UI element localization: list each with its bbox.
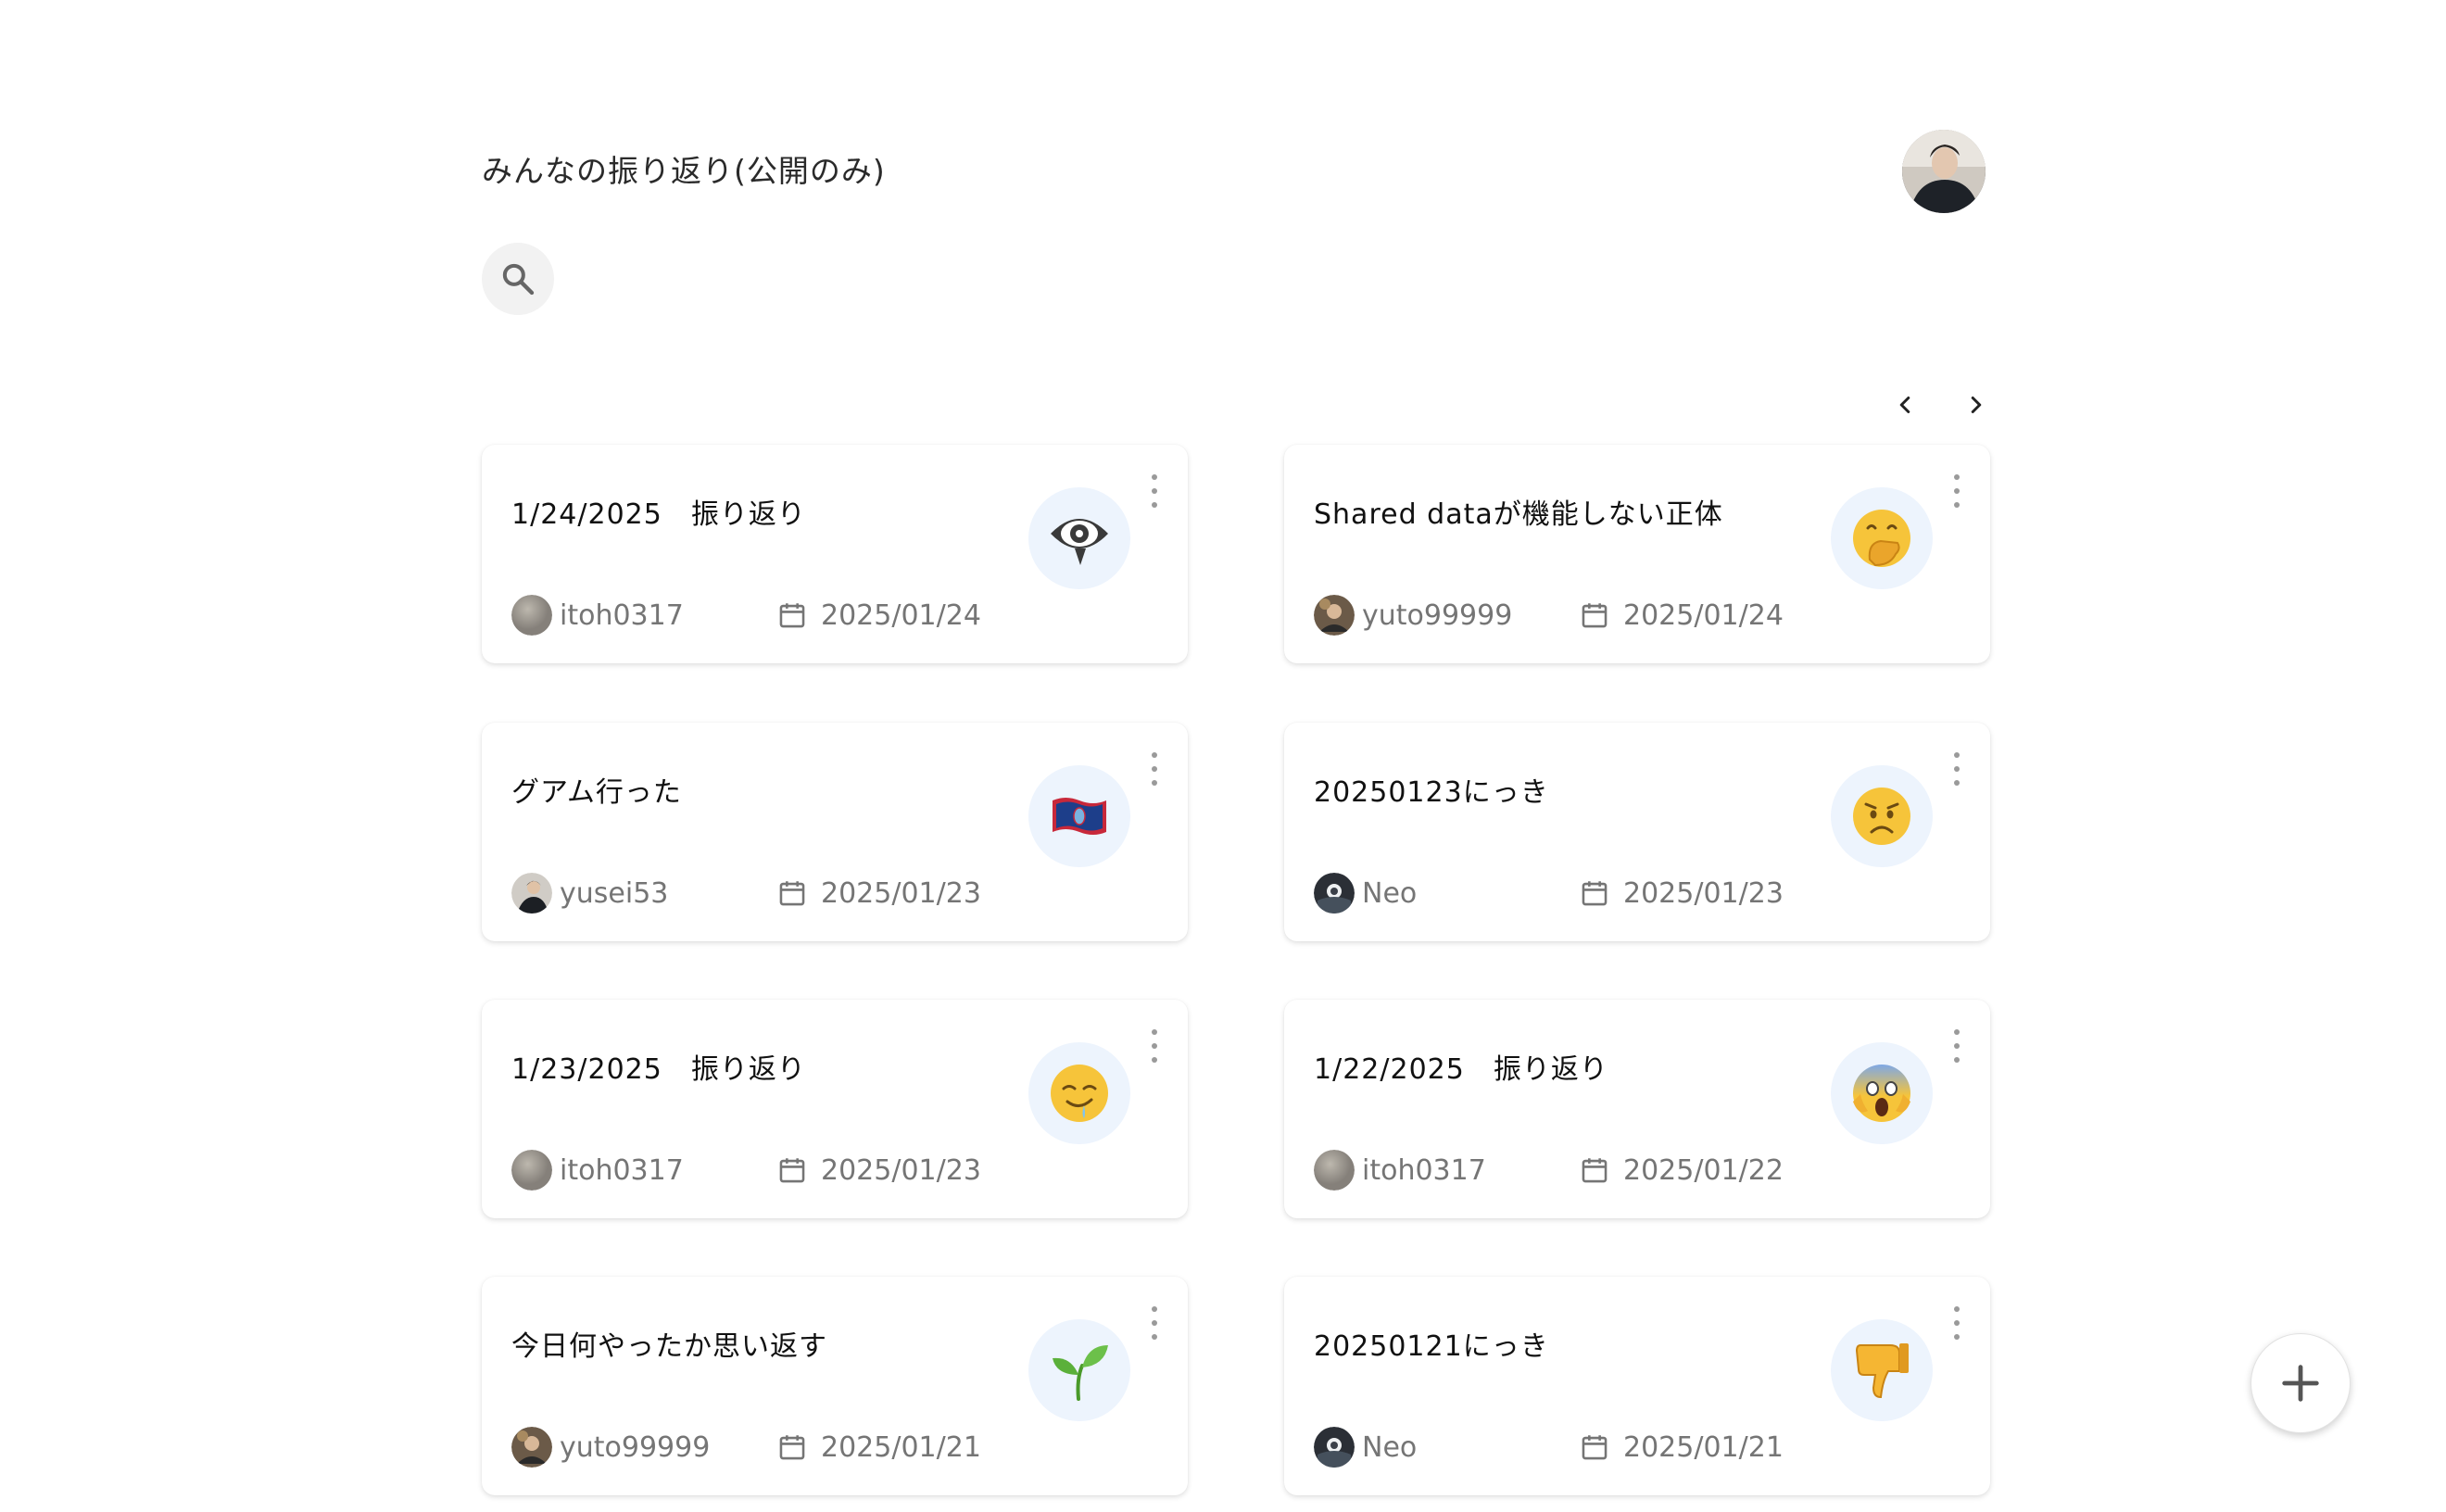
post-date: 2025/01/22 <box>1579 1150 1784 1191</box>
reflection-card[interactable]: 20250121にっき Neo 2025/01/21 <box>1284 1277 1990 1495</box>
date-text: 2025/01/21 <box>821 1430 981 1464</box>
more-options-button[interactable] <box>1946 1027 1968 1065</box>
author[interactable]: itoh0317 <box>511 595 684 636</box>
author[interactable]: itoh0317 <box>511 1150 684 1191</box>
author-name: Neo <box>1362 876 1418 910</box>
add-reflection-button[interactable] <box>2251 1333 2351 1433</box>
post-date: 2025/01/21 <box>776 1427 981 1468</box>
date-text: 2025/01/24 <box>821 598 981 632</box>
author[interactable]: itoh0317 <box>1314 1150 1486 1191</box>
reflection-card[interactable]: グアム行った yusei53 2025/01/23 <box>482 723 1188 941</box>
face-with-hand-over-mouth-icon <box>1853 510 1910 567</box>
calendar-icon <box>1582 881 1608 906</box>
calendar-icon <box>779 603 805 628</box>
author-name: itoh0317 <box>560 598 684 632</box>
date-text: 2025/01/23 <box>1623 876 1784 910</box>
emoji-badge <box>1831 1042 1933 1144</box>
calendar-icon <box>779 1158 805 1183</box>
more-options-button[interactable] <box>1143 1027 1166 1065</box>
flag-guam-icon <box>1053 798 1106 835</box>
page-title: みんなの振り返り(公開のみ) <box>482 153 886 189</box>
card-title: 1/23/2025 振り返り <box>511 1053 806 1086</box>
post-date: 2025/01/21 <box>1579 1427 1784 1468</box>
more-options-button[interactable] <box>1143 1304 1166 1342</box>
author-avatar <box>511 873 552 914</box>
date-text: 2025/01/24 <box>1623 598 1784 632</box>
post-date: 2025/01/24 <box>776 595 981 636</box>
more-options-button[interactable] <box>1946 472 1968 510</box>
calendar-icon <box>1582 1435 1608 1460</box>
author-name: Neo <box>1362 1430 1418 1464</box>
more-options-button[interactable] <box>1143 472 1166 510</box>
author-avatar <box>511 1150 552 1191</box>
reflection-card[interactable]: Shared dataが機能しない正体 yuto99999 2025/01/24 <box>1284 445 1990 663</box>
author[interactable]: yuto99999 <box>511 1427 710 1468</box>
post-date: 2025/01/24 <box>1579 595 1784 636</box>
worried-face-icon <box>1853 788 1910 845</box>
eye-in-speech-bubble-icon <box>1051 519 1108 565</box>
card-title: 1/24/2025 振り返り <box>511 498 806 531</box>
emoji-badge <box>1028 487 1130 589</box>
search-button[interactable] <box>482 243 554 315</box>
date-text: 2025/01/23 <box>821 1153 981 1187</box>
author-name: yusei53 <box>560 876 669 910</box>
emoji-badge <box>1831 1319 1933 1421</box>
calendar-icon <box>779 881 805 906</box>
emoji-badge <box>1831 487 1933 589</box>
reflection-card[interactable]: 1/23/2025 振り返り itoh0317 2025/01/23 <box>482 1000 1188 1218</box>
author-avatar <box>1314 1150 1355 1191</box>
author[interactable]: Neo <box>1314 873 1417 914</box>
reflection-card[interactable]: 1/22/2025 振り返り itoh0317 2025/01/22 <box>1284 1000 1990 1218</box>
drooling-face-icon <box>1051 1065 1108 1122</box>
date-text: 2025/01/22 <box>1623 1153 1784 1187</box>
face-screaming-in-fear-icon <box>1853 1065 1910 1122</box>
reflection-card[interactable]: 20250123にっき Neo 2025/01/23 <box>1284 723 1990 941</box>
author-name: yuto99999 <box>1362 598 1513 632</box>
calendar-icon <box>779 1435 805 1460</box>
emoji-badge <box>1028 1042 1130 1144</box>
calendar-icon <box>1582 1158 1608 1183</box>
post-date: 2025/01/23 <box>776 1150 981 1191</box>
thumbs-down-icon <box>1855 1343 1909 1399</box>
reflection-card[interactable]: 1/24/2025 振り返り itoh0317 2025/01/24 <box>482 445 1188 663</box>
user-avatar-photo <box>1902 130 1986 213</box>
card-title: グアム行った <box>511 776 682 809</box>
card-title: 20250123にっき <box>1314 776 1549 809</box>
chevron-left-icon <box>1899 397 1910 413</box>
card-title: Shared dataが機能しない正体 <box>1314 498 1723 531</box>
more-options-button[interactable] <box>1946 1304 1968 1342</box>
date-text: 2025/01/21 <box>1623 1430 1784 1464</box>
author-avatar <box>1314 873 1355 914</box>
author-name: itoh0317 <box>560 1153 684 1187</box>
emoji-badge <box>1028 765 1130 867</box>
reflection-card[interactable]: 今日何やったか思い返す yuto99999 2025/01/21 <box>482 1277 1188 1495</box>
prev-page-button[interactable] <box>1882 382 1928 428</box>
author-avatar <box>1314 595 1355 636</box>
author-name: itoh0317 <box>1362 1153 1486 1187</box>
author-avatar <box>511 595 552 636</box>
author[interactable]: yuto99999 <box>1314 595 1512 636</box>
author-avatar <box>1314 1427 1355 1468</box>
calendar-icon <box>1582 603 1608 628</box>
author-name: yuto99999 <box>560 1430 711 1464</box>
next-page-button[interactable] <box>1953 382 1999 428</box>
emoji-badge <box>1028 1319 1130 1421</box>
chevron-right-icon <box>1971 397 1982 413</box>
plus-icon <box>2282 1365 2319 1402</box>
author-avatar <box>511 1427 552 1468</box>
card-title: 1/22/2025 振り返り <box>1314 1053 1608 1086</box>
date-text: 2025/01/23 <box>821 876 981 910</box>
post-date: 2025/01/23 <box>1579 873 1784 914</box>
search-icon <box>502 263 535 296</box>
emoji-badge <box>1831 765 1933 867</box>
seedling-icon <box>1053 1345 1108 1401</box>
card-title: 今日何やったか思い返す <box>511 1330 827 1363</box>
more-options-button[interactable] <box>1143 750 1166 788</box>
post-date: 2025/01/23 <box>776 873 981 914</box>
card-title: 20250121にっき <box>1314 1330 1549 1363</box>
author[interactable]: Neo <box>1314 1427 1417 1468</box>
author[interactable]: yusei53 <box>511 873 668 914</box>
more-options-button[interactable] <box>1946 750 1968 788</box>
user-avatar[interactable] <box>1902 130 1986 213</box>
